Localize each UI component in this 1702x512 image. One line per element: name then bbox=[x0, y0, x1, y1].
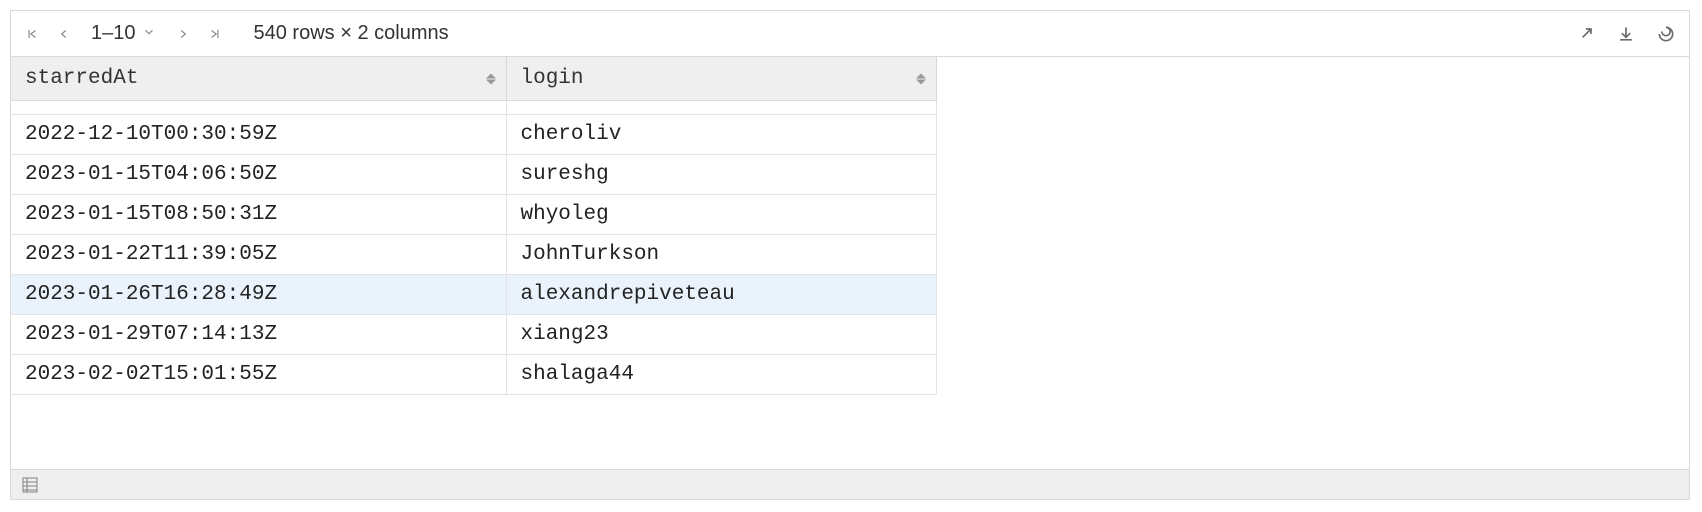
table-row[interactable]: 2022-12-10T00:30:59Zcheroliv bbox=[11, 115, 936, 155]
table-row[interactable]: 2023-01-22T11:39:05ZJohnTurkson bbox=[11, 235, 936, 275]
sort-icon bbox=[916, 73, 926, 84]
footer-bar bbox=[11, 469, 1689, 499]
cell-starredAt: 2023-01-22T11:39:05Z bbox=[11, 235, 506, 275]
first-page-icon[interactable] bbox=[23, 25, 41, 43]
cell-starredAt: 2022-12-10T00:30:59Z bbox=[11, 115, 506, 155]
last-page-icon[interactable] bbox=[206, 25, 224, 43]
prev-page-icon[interactable] bbox=[55, 25, 73, 43]
toolbar-actions bbox=[1575, 23, 1677, 45]
cell-login: sureshg bbox=[506, 155, 936, 195]
column-header-label: login bbox=[521, 67, 584, 90]
table-row[interactable] bbox=[11, 101, 936, 115]
column-header-label: starredAt bbox=[25, 67, 138, 90]
cell-starredAt: 2023-02-02T15:01:55Z bbox=[11, 355, 506, 395]
rows-info-label: 540 rows × 2 columns bbox=[254, 22, 449, 45]
cell-starredAt: 2023-01-29T07:14:13Z bbox=[11, 315, 506, 355]
table-row[interactable]: 2023-01-15T08:50:31Zwhyoleg bbox=[11, 195, 936, 235]
table-scroll-area[interactable]: starredAt login 2022-12-10T00:30:59Zcher… bbox=[11, 57, 1689, 469]
data-table: starredAt login 2022-12-10T00:30:59Zcher… bbox=[11, 57, 937, 395]
data-table-panel: 1–10 540 rows × 2 columns bbox=[10, 10, 1690, 500]
table-row[interactable]: 2023-01-29T07:14:13Zxiang23 bbox=[11, 315, 936, 355]
sort-icon bbox=[486, 73, 496, 84]
cell-login: whyoleg bbox=[506, 195, 936, 235]
table-row[interactable]: 2023-01-26T16:28:49Zalexandrepiveteau bbox=[11, 275, 936, 315]
cell-starredAt bbox=[11, 101, 506, 115]
page-range-dropdown[interactable]: 1–10 bbox=[87, 22, 160, 45]
table-row[interactable]: 2023-02-02T15:01:55Zshalaga44 bbox=[11, 355, 936, 395]
popout-icon[interactable] bbox=[1575, 23, 1597, 45]
pagination-controls: 1–10 540 rows × 2 columns bbox=[23, 22, 449, 45]
toolbar: 1–10 540 rows × 2 columns bbox=[11, 11, 1689, 57]
cell-login: cheroliv bbox=[506, 115, 936, 155]
cell-starredAt: 2023-01-15T08:50:31Z bbox=[11, 195, 506, 235]
cell-login: alexandrepiveteau bbox=[506, 275, 936, 315]
cell-login: xiang23 bbox=[506, 315, 936, 355]
refresh-icon[interactable] bbox=[1655, 23, 1677, 45]
next-page-icon[interactable] bbox=[174, 25, 192, 43]
chevron-down-icon bbox=[142, 22, 156, 45]
cell-login bbox=[506, 101, 936, 115]
table-row[interactable]: 2023-01-15T04:06:50Zsureshg bbox=[11, 155, 936, 195]
column-header-starredAt[interactable]: starredAt bbox=[11, 57, 506, 101]
table-header-row: starredAt login bbox=[11, 57, 936, 101]
download-icon[interactable] bbox=[1615, 23, 1637, 45]
column-header-login[interactable]: login bbox=[506, 57, 936, 101]
page-range-label: 1–10 bbox=[91, 22, 136, 45]
cell-starredAt: 2023-01-15T04:06:50Z bbox=[11, 155, 506, 195]
table-grid-icon[interactable] bbox=[21, 476, 39, 494]
cell-login: JohnTurkson bbox=[506, 235, 936, 275]
cell-starredAt: 2023-01-26T16:28:49Z bbox=[11, 275, 506, 315]
cell-login: shalaga44 bbox=[506, 355, 936, 395]
